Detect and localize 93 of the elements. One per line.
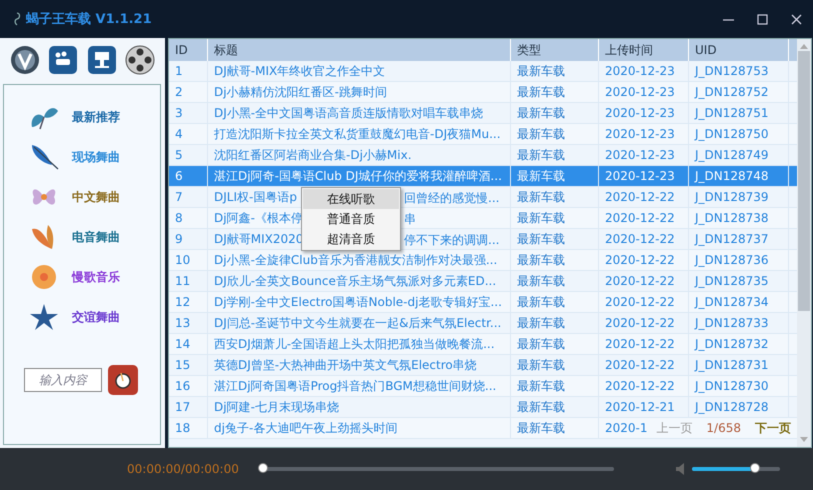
uid-cell: J_DN128751: [695, 106, 769, 120]
type-cell: 最新车载: [517, 84, 565, 100]
date-cell: 2020-12-23: [605, 64, 675, 78]
title-cell: Dj学刚-全中文Electro国粤语Noble-dj老歌专辑好宝...: [214, 294, 502, 310]
uid-cell: J_DN128739: [695, 190, 769, 204]
date-cell: 2020-12-23: [605, 148, 675, 162]
type-cell: 最新车载: [517, 146, 565, 164]
title-cell: Dj阿建-七月末现场串烧: [214, 398, 339, 416]
date-cell: 2020-12-23: [605, 106, 675, 120]
title-cell: 湛江Dj阿奇-国粤语Club DJ城仔你的爱将我灌醉啤酒...: [214, 168, 502, 184]
type-cell: 最新车载: [517, 104, 565, 122]
date-cell: 2020-12-22: [605, 274, 675, 288]
type-cell: 最新车载: [517, 378, 565, 394]
id-cell: 13: [175, 316, 190, 330]
id-cell: 4: [175, 127, 183, 141]
uid-cell: J_DN128728: [695, 400, 769, 414]
date-cell: 2020-12-22: [605, 337, 675, 351]
title-cell: 串: [404, 211, 416, 228]
uid-cell: J_DN128731: [695, 358, 769, 372]
type-cell: 最新车载: [517, 314, 565, 332]
uid-cell: J_DN128737: [695, 232, 769, 246]
id-cell: 3: [175, 106, 183, 120]
id-cell: 9: [175, 232, 183, 246]
uid-cell: J_DN128752: [695, 85, 769, 99]
type-cell: 最新车载: [517, 62, 565, 80]
date-cell: 2020-12-22: [605, 358, 675, 372]
title-cell: DJ闫总-圣诞节中文今生就要在一起&后来气氛Electr...: [214, 314, 502, 332]
date-cell: 2020-12-22: [605, 232, 675, 246]
uid-cell: J_DN128748: [695, 169, 769, 183]
id-cell: 2: [175, 85, 183, 99]
date-cell: 2020-12-22: [605, 295, 675, 309]
type-cell: 最新车载: [517, 272, 565, 290]
date-cell: 2020-1: [605, 421, 648, 435]
title-cell: DJ献哥-MIX年终收官之作全中文: [214, 62, 386, 80]
uid-cell: J_DN128730: [695, 379, 769, 393]
id-cell: 7: [175, 190, 183, 204]
uid-cell: J_DN128736: [695, 253, 769, 267]
page-indicator: 1/658: [706, 421, 741, 435]
id-cell: 6: [175, 169, 183, 183]
title-cell: 打造沈阳斯卡拉全英文私货重鼓魔幻电音-DJ夜猫Mu...: [214, 126, 501, 142]
uid-cell: J_DN128738: [695, 211, 769, 225]
type-cell: 最新车载: [517, 230, 565, 248]
title-cell: dj兔子-各大迪吧午夜上劲摇头时间: [214, 420, 398, 436]
type-cell: 最新车载: [517, 188, 565, 206]
uid-cell: J_DN128750: [695, 127, 769, 141]
date-cell: 2020-12-23: [605, 85, 675, 99]
uid-cell: J_DN128733: [695, 316, 769, 330]
uid-cell: J_DN128732: [695, 337, 769, 351]
id-cell: 11: [175, 274, 190, 288]
title-cell: Dj小黑-全旋律Club音乐为香港靓女洁制作对决最强...: [214, 252, 498, 268]
id-cell: 8: [175, 211, 183, 225]
window-title: 蝎子王车载 V1.1.21: [26, 10, 152, 28]
date-cell: 2020-12-23: [605, 127, 675, 141]
type-cell: 最新车载: [517, 336, 565, 352]
type-cell: 最新车载: [517, 168, 565, 184]
title-cell: DJ小黑-全中文国粤语高音质连版情歌对唱车载串烧: [214, 104, 484, 122]
id-cell: 5: [175, 148, 183, 162]
type-cell: 最新车载: [517, 356, 565, 374]
date-cell: 2020-12-22: [605, 379, 675, 393]
uid-cell: J_DN128734: [695, 295, 769, 309]
type-cell: 最新车载: [517, 126, 565, 142]
title-cell: 回曾经的感觉慢...: [404, 190, 500, 207]
id-cell: 18: [175, 421, 190, 435]
type-cell: 最新车载: [517, 210, 565, 226]
id-cell: 14: [175, 337, 190, 351]
type-cell: 最新车载: [517, 420, 565, 436]
date-cell: 2020-12-22: [605, 211, 675, 225]
date-cell: 2020-12-22: [605, 253, 675, 267]
title-cell: 湛江Dj阿奇国粤语Prog抖音热门BGM想稳世间财烧...: [214, 378, 496, 394]
title-cell: 停不下来的调调...: [404, 232, 500, 249]
title-cell: 西安DJ烟萧儿-全国语超上头太阳把孤独当做晚餐流...: [214, 336, 495, 352]
type-cell: 最新车载: [517, 252, 565, 268]
type-cell: 最新车载: [517, 398, 565, 416]
title-cell: DJLI权-国粤语p: [214, 188, 297, 206]
id-cell: 1: [175, 64, 183, 78]
type-cell: 最新车载: [517, 294, 565, 310]
id-cell: 12: [175, 295, 190, 309]
title-cell: Dj小赫精仿沈阳红番区-跳舞时间: [214, 84, 387, 100]
id-cell: 10: [175, 253, 190, 267]
title-cell: 沈阳红番区阿岩商业合集-Dj小赫Mix.: [214, 146, 412, 164]
uid-cell: J_DN128753: [695, 64, 769, 78]
time-display: 00:00:00/00:00:00: [127, 462, 240, 476]
date-cell: 2020-12-23: [605, 169, 675, 183]
id-cell: 15: [175, 358, 190, 372]
title-cell: DJ欣儿-全英文Bounce音乐主场气氛派对多元素ED...: [214, 272, 496, 290]
title-cell: 英德DJ曾坚-大热神曲开场中英文气氛Electro串烧: [214, 356, 477, 374]
date-cell: 2020-12-22: [605, 316, 675, 330]
uid-cell: J_DN128735: [695, 274, 769, 288]
id-cell: 17: [175, 400, 190, 414]
date-cell: 2020-12-21: [605, 400, 675, 414]
uid-cell: J_DN128749: [695, 148, 769, 162]
id-cell: 16: [175, 379, 190, 393]
date-cell: 2020-12-22: [605, 190, 675, 204]
